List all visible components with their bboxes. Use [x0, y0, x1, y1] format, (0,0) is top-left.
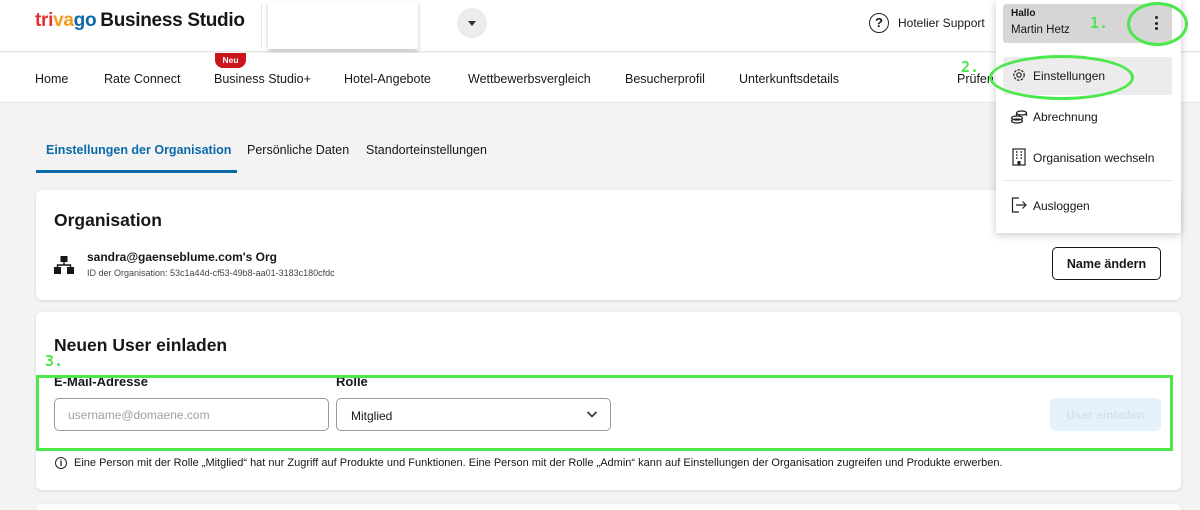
tab-personal-data[interactable]: Persönliche Daten	[247, 143, 349, 157]
menu-divider	[1003, 180, 1172, 181]
menu-item-label: Abrechnung	[1033, 110, 1098, 124]
logo-part-va: va	[53, 10, 74, 31]
hotelier-support-link[interactable]: Hotelier Support	[898, 16, 985, 30]
organisation-id: ID der Organisation: 53c1a44d-cf53-49b8-…	[87, 268, 335, 278]
menu-item-switch-organisation[interactable]: Organisation wechseln	[1003, 139, 1172, 177]
nav-item-besucherprofil[interactable]: Besucherprofil	[625, 72, 705, 86]
logo-part-go: go	[73, 10, 97, 31]
nav-item-rate-connect[interactable]: Rate Connect	[104, 72, 180, 86]
organisation-hierarchy-icon	[54, 256, 74, 274]
annotation-highlight-kebab	[1127, 2, 1188, 46]
user-name: Martin Hetz	[1011, 24, 1070, 36]
nav-item-unterkunftsdetails[interactable]: Unterkunftsdetails	[739, 72, 839, 86]
user-greeting: Hallo	[1011, 8, 1036, 19]
organisation-name: sandra@gaenseblume.com's Org	[87, 250, 277, 264]
menu-item-billing[interactable]: Abrechnung	[1003, 98, 1172, 136]
header-divider	[261, 4, 262, 48]
nav-item-hotel-angebote[interactable]: Hotel-Angebote	[344, 72, 431, 86]
nav-item-home[interactable]: Home	[35, 72, 68, 86]
help-icon[interactable]: ?	[869, 13, 889, 33]
hotel-dropdown-button[interactable]	[457, 8, 487, 38]
annotation-step-2: 2.	[961, 58, 980, 76]
annotation-step-1: 1.	[1090, 14, 1109, 32]
tab-organisation-settings[interactable]: Einstellungen der Organisation	[46, 143, 231, 157]
annotation-step-3: 3.	[45, 352, 64, 370]
annotation-highlight-invite-form	[36, 375, 1173, 451]
trivago-business-studio-logo[interactable]: trivago Business Studio	[35, 10, 245, 32]
organisation-title: Organisation	[54, 210, 162, 230]
menu-item-logout[interactable]: Ausloggen	[1003, 187, 1172, 225]
logo-part-tri: tri	[35, 10, 54, 31]
menu-item-label: Ausloggen	[1033, 199, 1090, 213]
new-badge: Neu	[215, 53, 246, 68]
role-info-text: Eine Person mit der Rolle „Mitglied“ hat…	[74, 457, 1003, 469]
next-card	[36, 504, 1181, 510]
rename-organisation-button[interactable]: Name ändern	[1052, 247, 1161, 280]
invite-user-title: Neuen User einladen	[54, 335, 228, 355]
menu-item-label: Organisation wechseln	[1033, 151, 1155, 165]
coins-icon	[1010, 110, 1028, 124]
nav-item-business-studio-plus[interactable]: Business Studio+	[214, 72, 311, 86]
hotel-selector-box[interactable]	[268, 2, 418, 49]
info-icon: i	[55, 457, 67, 469]
annotation-highlight-settings	[989, 55, 1134, 100]
tab-location-settings[interactable]: Standorteinstellungen	[366, 143, 487, 157]
nav-item-wettbewerbsvergleich[interactable]: Wettbewerbsvergleich	[468, 72, 591, 86]
building-icon	[1012, 148, 1026, 166]
active-tab-indicator	[36, 170, 237, 173]
logout-icon	[1011, 197, 1027, 213]
logo-product-name: Business Studio	[100, 10, 245, 31]
